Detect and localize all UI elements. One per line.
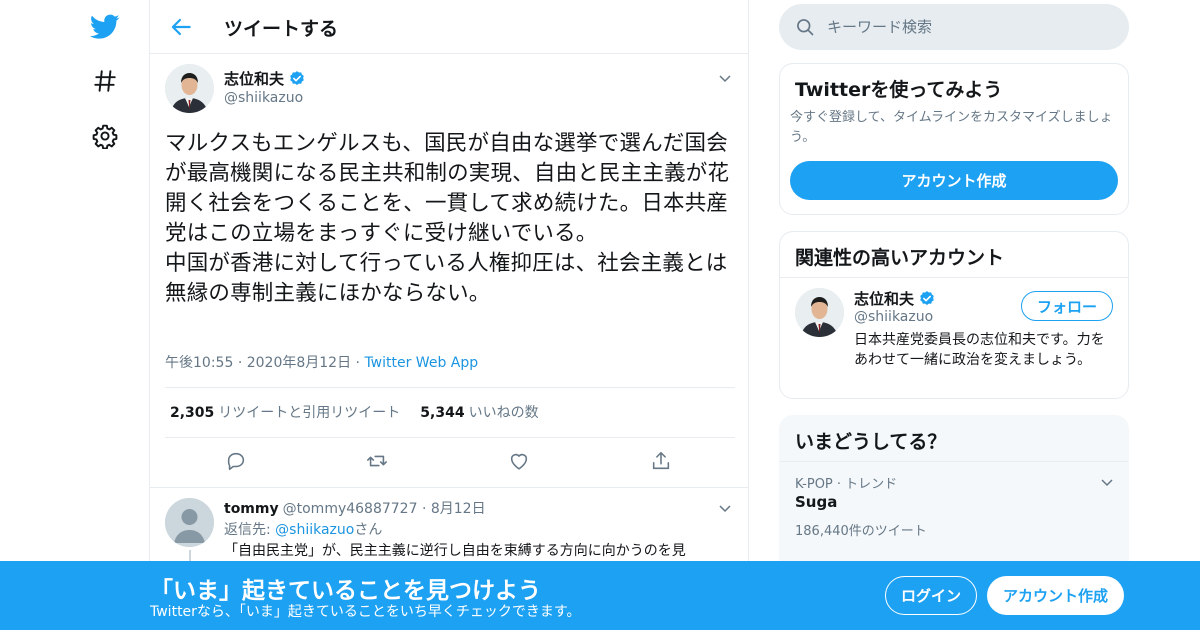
retweet-icon[interactable] bbox=[366, 450, 390, 474]
trends-card: いまどうしてる？ K-POP · トレンド Suga 186,440件のツイート bbox=[779, 415, 1129, 575]
reply-icon[interactable] bbox=[225, 450, 249, 474]
retweet-label: リツイートと引用リツイート bbox=[218, 405, 401, 421]
bottom-banner: 「いま」起きていることを見つけよう Twitterなら、「いま」起きていることを… bbox=[0, 561, 1200, 630]
search-input[interactable] bbox=[827, 12, 1107, 42]
like-label: いいねの数 bbox=[468, 405, 539, 421]
reply-to: 返信先: @shiikazuoさん bbox=[224, 519, 382, 539]
like-stat[interactable]: 5,344 いいねの数 bbox=[420, 402, 538, 422]
tweet-time[interactable]: 午後10:55 bbox=[165, 355, 233, 371]
create-account-button[interactable]: アカウント作成 bbox=[790, 161, 1118, 200]
tweet-actions bbox=[150, 450, 748, 474]
tweet-meta: 午後10:55 · 2020年8月12日 · Twitter Web App bbox=[165, 352, 478, 372]
retweet-stat[interactable]: 2,305 リツイートと引用リツイート bbox=[170, 402, 400, 422]
page: ツイートする 志位和夫 @shiikazuo マルクスもエンゲルスも、国民が自由… bbox=[0, 0, 1200, 630]
signup-card: Twitterを使ってみよう 今すぐ登録して、タイムラインをカスタマイズしましょ… bbox=[779, 63, 1129, 215]
trend-meta: K-POP · トレンド bbox=[795, 477, 898, 492]
related-name[interactable]: 志位和夫 bbox=[854, 288, 936, 309]
follow-button[interactable]: フォロー bbox=[1021, 291, 1113, 321]
hashtag-icon[interactable] bbox=[88, 64, 122, 98]
retweet-count: 2,305 bbox=[170, 405, 215, 421]
back-arrow-icon[interactable] bbox=[168, 14, 194, 40]
reply-date[interactable]: 8月12日 bbox=[431, 501, 486, 517]
reply-to-handle[interactable]: @shiikazuo bbox=[275, 522, 354, 538]
divider bbox=[165, 437, 735, 438]
related-name-text: 志位和夫 bbox=[854, 290, 915, 308]
meta-separator: · bbox=[417, 501, 431, 517]
reply-to-suffix: さん bbox=[354, 522, 383, 538]
share-icon[interactable] bbox=[650, 450, 674, 474]
trend-count: 186,440件のツイート bbox=[795, 524, 927, 539]
reply-header: tommy @tommy46887727 · 8月12日 bbox=[224, 498, 486, 518]
tweet-source-link[interactable]: Twitter Web App bbox=[364, 355, 478, 371]
author-avatar[interactable] bbox=[165, 64, 214, 113]
login-button[interactable]: ログイン bbox=[885, 576, 977, 615]
tweet-stats: 2,305 リツイートと引用リツイート 5,344 いいねの数 bbox=[170, 402, 539, 422]
signup-button[interactable]: アカウント作成 bbox=[987, 576, 1124, 615]
chevron-down-icon[interactable] bbox=[1100, 474, 1114, 488]
reply-text: 「自由民主党」が、民主主義に逆行し自由を束縛する方向に向かうのを見 bbox=[224, 543, 686, 559]
page-title: ツイートする bbox=[224, 18, 339, 40]
gear-icon[interactable] bbox=[88, 119, 122, 153]
related-card-title: 関連性の高いアカウント bbox=[780, 232, 1128, 278]
reply-avatar[interactable] bbox=[165, 498, 214, 547]
author-name-text: 志位和夫 bbox=[224, 70, 285, 88]
main-column: ツイートする 志位和夫 @shiikazuo マルクスもエンゲルスも、国民が自由… bbox=[149, 0, 749, 630]
twitter-bird-icon[interactable] bbox=[88, 10, 122, 44]
header: ツイートする bbox=[150, 0, 748, 54]
like-count: 5,344 bbox=[420, 405, 465, 421]
reply-author-name[interactable]: tommy bbox=[224, 501, 279, 517]
chevron-down-icon[interactable] bbox=[718, 500, 732, 514]
verified-badge-icon bbox=[288, 70, 306, 88]
trends-card-title: いまどうしてる？ bbox=[780, 416, 1128, 462]
signup-card-title: Twitterを使ってみよう bbox=[795, 79, 1003, 101]
trend-name[interactable]: Suga bbox=[795, 493, 837, 511]
divider bbox=[165, 387, 735, 388]
search-icon bbox=[795, 17, 815, 37]
verified-badge-icon bbox=[918, 290, 936, 308]
related-handle[interactable]: @shiikazuo bbox=[854, 309, 933, 325]
reply-to-prefix: 返信先: bbox=[224, 522, 276, 538]
related-bio: 日本共産党委員長の志位和夫です。力をあわせて一緒に政治を変えましょう。 bbox=[854, 332, 1105, 368]
tweet-text: マルクスもエンゲルスも、国民が自由な選挙で選んだ国会が最高機関になる民主共和制の… bbox=[165, 131, 730, 306]
banner-title: 「いま」起きていることを見つけよう bbox=[150, 578, 541, 604]
related-avatar[interactable] bbox=[795, 288, 844, 337]
heart-icon[interactable] bbox=[508, 450, 532, 474]
author-name[interactable]: 志位和夫 bbox=[224, 68, 306, 89]
reply-tweet[interactable]: tommy @tommy46887727 · 8月12日 返信先: @shiika… bbox=[150, 487, 748, 570]
related-accounts-card: 関連性の高いアカウント 志位和夫 @shiikazuo フォロー 日本共産党委員… bbox=[779, 231, 1129, 399]
tweet-date[interactable]: 2020年8月12日 bbox=[247, 355, 351, 371]
reply-author-handle[interactable]: @tommy46887727 bbox=[283, 501, 418, 517]
chevron-down-icon[interactable] bbox=[718, 70, 732, 84]
author-handle[interactable]: @shiikazuo bbox=[224, 90, 303, 106]
search-bar[interactable] bbox=[779, 4, 1129, 50]
meta-separator: · bbox=[237, 355, 247, 371]
signup-card-subtitle: 今すぐ登録して、タイムラインをカスタマイズしましょう。 bbox=[790, 110, 1113, 145]
left-nav bbox=[80, 0, 130, 630]
banner-subtitle: Twitterなら、「いま」起きていることをいち早くチェックできます。 bbox=[150, 604, 581, 620]
